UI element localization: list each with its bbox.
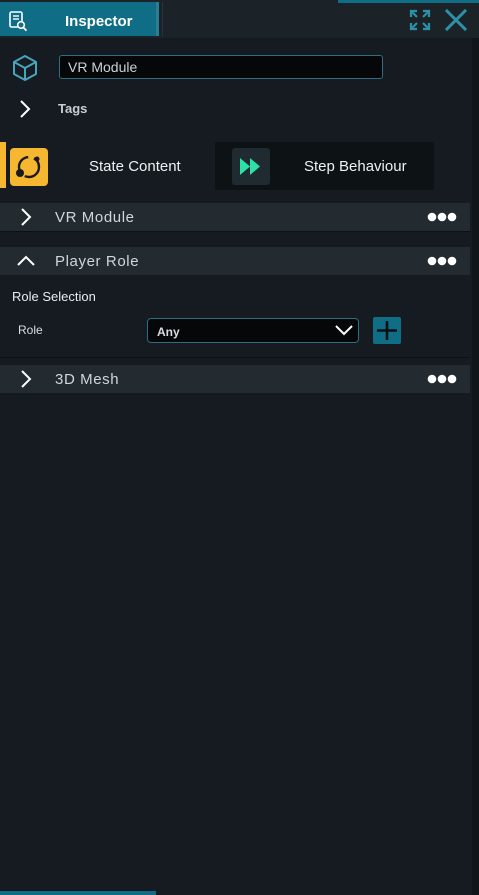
section-title: Player Role <box>55 253 140 270</box>
state-content-label[interactable]: State Content <box>89 158 181 175</box>
fast-forward-icon <box>240 158 260 175</box>
tags-label[interactable]: Tags <box>58 101 87 116</box>
chevron-down-icon <box>335 325 353 336</box>
tab-bar: Inspector <box>0 0 479 38</box>
object-name-input[interactable] <box>59 55 383 79</box>
divider <box>0 357 470 358</box>
step-behaviour-label[interactable]: Step Behaviour <box>304 158 407 175</box>
section-title: 3D Mesh <box>55 371 120 388</box>
section-player-role[interactable]: Player Role <box>0 247 470 275</box>
role-dropdown[interactable]: Any <box>147 318 359 343</box>
tab-inspector[interactable]: Inspector <box>0 2 156 36</box>
state-content-button[interactable] <box>10 148 48 186</box>
tab-title: Inspector <box>65 13 133 30</box>
chevron-right-icon[interactable] <box>16 206 36 228</box>
more-options-icon[interactable] <box>427 256 457 266</box>
section-title: VR Module <box>55 209 135 226</box>
more-options-icon[interactable] <box>427 212 457 222</box>
role-selection-label: Role Selection <box>12 289 96 304</box>
tab-edge <box>156 2 159 36</box>
maximize-icon[interactable] <box>408 8 432 32</box>
close-icon[interactable] <box>444 8 468 32</box>
section-vr-module[interactable]: VR Module <box>0 203 470 231</box>
tab-bar-accent <box>338 0 479 3</box>
more-options-icon[interactable] <box>427 374 457 384</box>
section-3d-mesh[interactable]: 3D Mesh <box>0 365 470 393</box>
active-mode-indicator <box>0 142 6 188</box>
scrollbar-track[interactable] <box>472 38 479 895</box>
role-dropdown-value: Any <box>157 325 180 339</box>
cube-icon <box>13 55 37 81</box>
state-icon <box>16 155 41 179</box>
inspector-icon <box>9 11 28 32</box>
add-role-button[interactable] <box>373 317 401 344</box>
bottom-accent <box>0 891 156 895</box>
divider <box>0 231 470 232</box>
chevron-right-icon[interactable] <box>17 98 33 120</box>
chevron-right-icon[interactable] <box>16 368 36 390</box>
role-label: Role <box>18 323 43 337</box>
plus-icon <box>377 321 397 340</box>
tab-divider <box>162 2 163 36</box>
step-behaviour-button[interactable] <box>232 148 270 185</box>
chevron-up-icon[interactable] <box>16 250 36 272</box>
